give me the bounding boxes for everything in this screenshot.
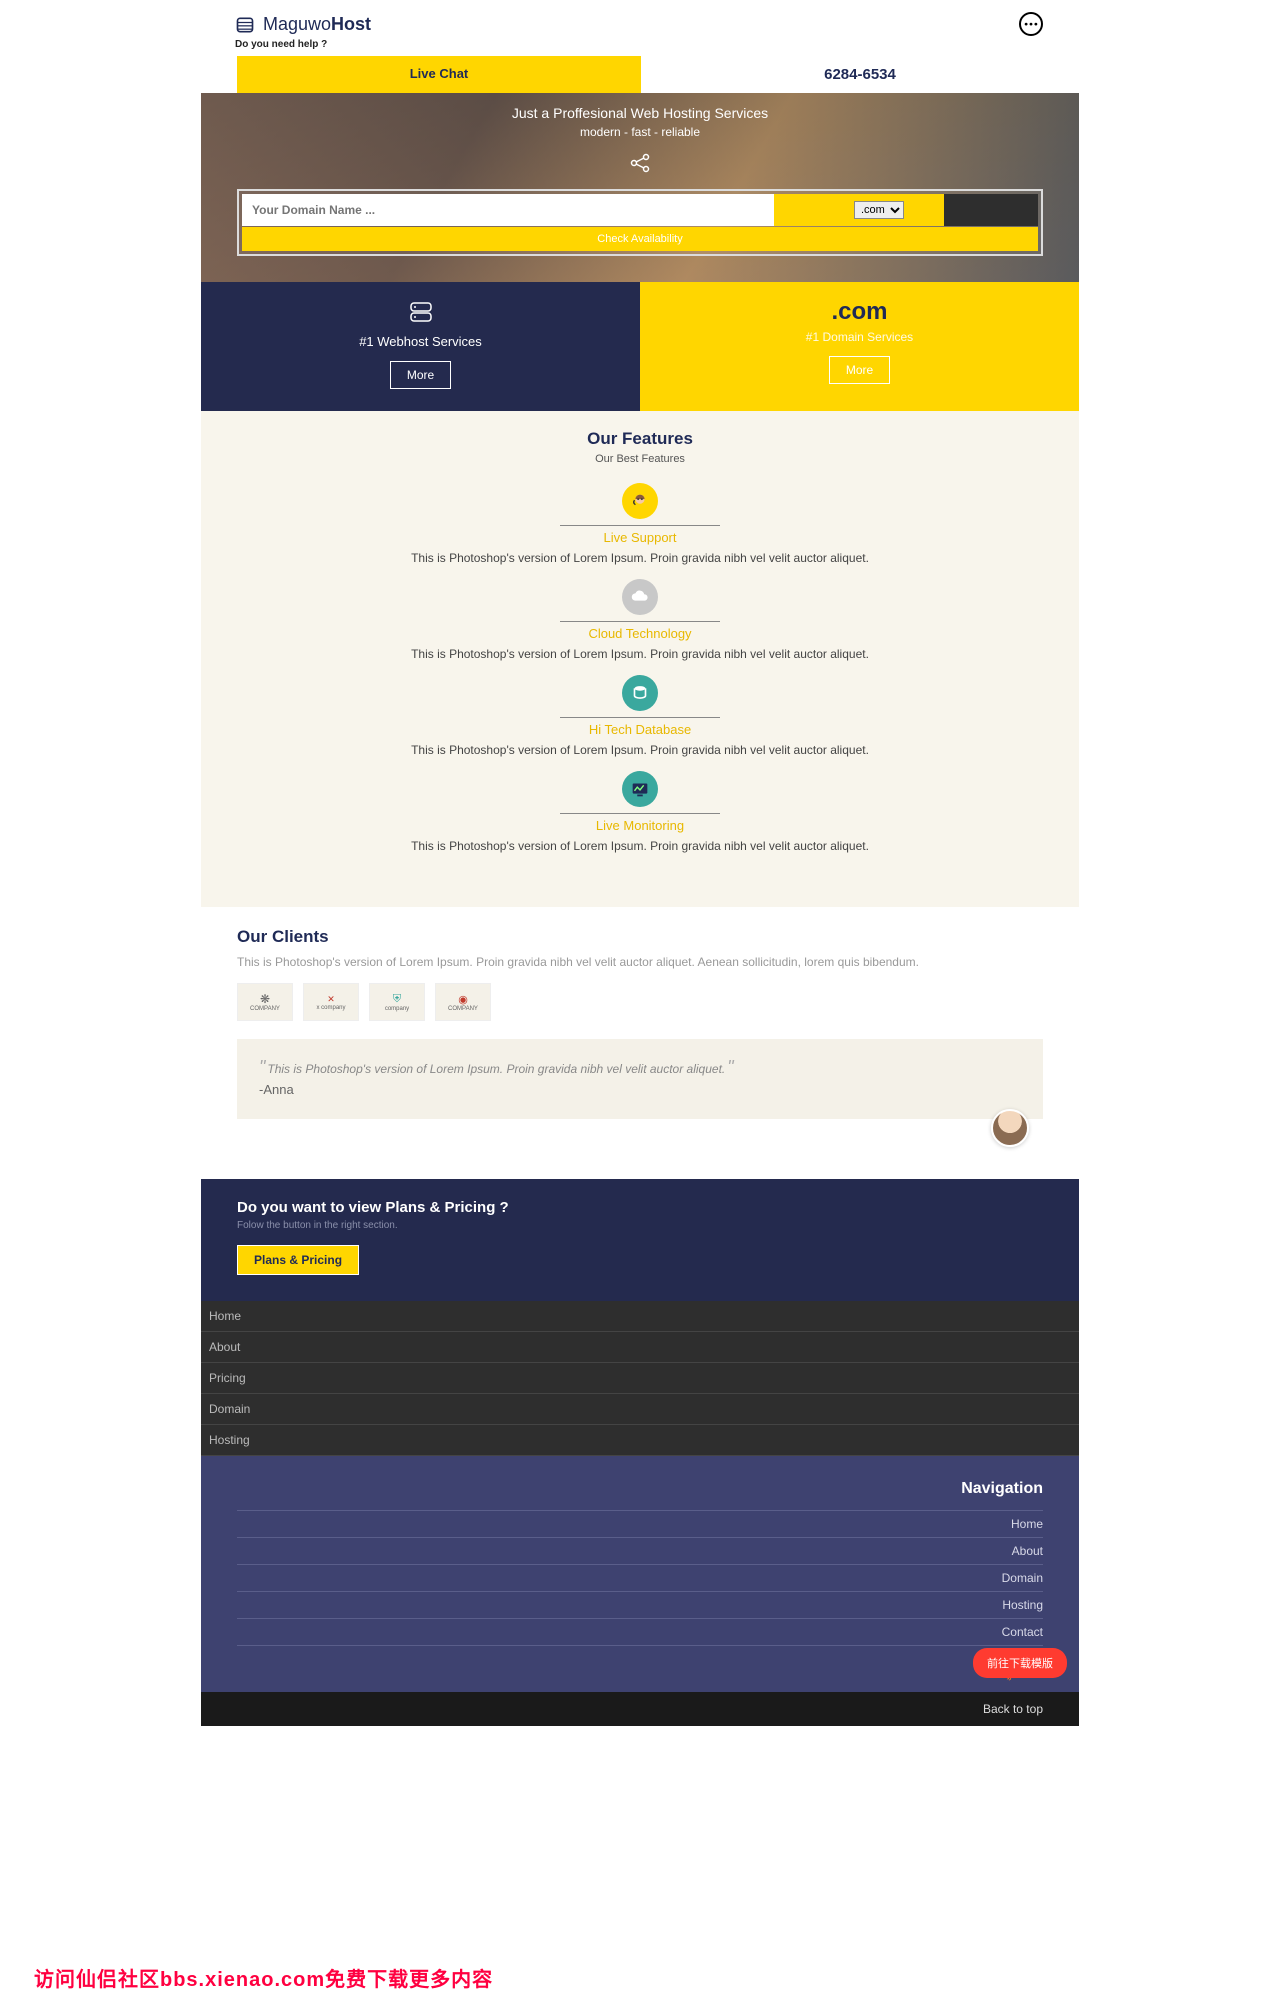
promo-row: #1 Webhost Services More .com #1 Domain … bbox=[201, 282, 1079, 411]
footer-link-home[interactable]: Home bbox=[237, 1510, 1043, 1537]
cta-title: Do you want to view Plans & Pricing ? bbox=[237, 1199, 1043, 1216]
support-icon bbox=[622, 483, 658, 519]
download-template-button[interactable]: 前往下载模版 bbox=[973, 1648, 1067, 1678]
clients-title: Our Clients bbox=[237, 927, 1043, 947]
hero: Just a Proffesional Web Hosting Services… bbox=[201, 93, 1079, 282]
client-logo: ✕x company bbox=[303, 983, 359, 1021]
feature-title: Hi Tech Database bbox=[231, 722, 1049, 737]
footnav-about[interactable]: About bbox=[201, 1332, 1079, 1363]
cta-section: Do you want to view Plans & Pricing ? Fo… bbox=[201, 1179, 1079, 1301]
feature-item: Live Support This is Photoshop's version… bbox=[231, 483, 1049, 565]
client-logo: ❋COMPANY bbox=[237, 983, 293, 1021]
footnav-hosting[interactable]: Hosting bbox=[201, 1425, 1079, 1456]
feature-title: Cloud Technology bbox=[231, 626, 1049, 641]
promo-domain-label: #1 Domain Services bbox=[650, 330, 1069, 344]
hero-subtitle: modern - fast - reliable bbox=[237, 125, 1043, 139]
promo-domain: .com #1 Domain Services More bbox=[640, 282, 1079, 411]
footer: Navigation Home About Domain Hosting Con… bbox=[201, 1456, 1079, 1692]
watermark: 访问仙侣社区bbs.xienao.com免费下载更多内容 bbox=[34, 1963, 493, 1992]
client-logo: ◉COMPANY bbox=[435, 983, 491, 1021]
domain-input[interactable] bbox=[242, 194, 774, 226]
avatar bbox=[991, 1109, 1029, 1147]
feature-item: Live Monitoring This is Photoshop's vers… bbox=[231, 771, 1049, 853]
promo-webhost-more-button[interactable]: More bbox=[390, 361, 451, 389]
feature-title: Live Support bbox=[231, 530, 1049, 545]
promo-domain-more-button[interactable]: More bbox=[829, 356, 890, 384]
footnav-pricing[interactable]: Pricing bbox=[201, 1363, 1079, 1394]
footnav-domain[interactable]: Domain bbox=[201, 1394, 1079, 1425]
cta-sub: Folow the button in the right section. bbox=[237, 1220, 1043, 1231]
live-chat-button[interactable]: Live Chat bbox=[237, 56, 641, 93]
testimonial-author: -Anna bbox=[259, 1082, 1021, 1097]
clients-section: Our Clients This is Photoshop's version … bbox=[201, 907, 1079, 1179]
features-section: Our Features Our Best Features Live Supp… bbox=[201, 411, 1079, 907]
logo-icon bbox=[235, 15, 255, 35]
footer-link-contact[interactable]: Contact bbox=[237, 1618, 1043, 1646]
feature-desc: This is Photoshop's version of Lorem Ips… bbox=[231, 551, 1049, 565]
footer-nav-title: Navigation bbox=[237, 1480, 1043, 1498]
client-logos: ❋COMPANY ✕x company ⛨company ◉COMPANY bbox=[237, 983, 1043, 1021]
hero-title: Just a Proffesional Web Hosting Services bbox=[237, 105, 1043, 121]
testimonial-quote: This is Photoshop's version of Lorem Ips… bbox=[259, 1057, 1021, 1078]
phone-number: 6284-6534 bbox=[641, 56, 1079, 93]
help-text: Do you need help ? bbox=[201, 39, 1079, 56]
monitor-icon bbox=[622, 771, 658, 807]
feature-desc: This is Photoshop's version of Lorem Ips… bbox=[231, 647, 1049, 661]
share-icon bbox=[628, 151, 652, 175]
cloud-icon bbox=[622, 579, 658, 615]
client-logo: ⛨company bbox=[369, 983, 425, 1021]
plans-pricing-button[interactable]: Plans & Pricing bbox=[237, 1245, 359, 1275]
menu-icon[interactable] bbox=[1019, 12, 1043, 36]
database-icon bbox=[622, 675, 658, 711]
features-title: Our Features bbox=[231, 429, 1049, 449]
back-to-top[interactable]: Back to top bbox=[201, 1692, 1079, 1726]
search-gap bbox=[944, 194, 1038, 226]
promo-domain-big: .com bbox=[650, 298, 1069, 326]
clients-sub: This is Photoshop's version of Lorem Ips… bbox=[237, 955, 1043, 969]
server-icon bbox=[211, 298, 630, 326]
feature-desc: This is Photoshop's version of Lorem Ips… bbox=[231, 839, 1049, 853]
feature-title: Live Monitoring bbox=[231, 818, 1049, 833]
brand-suffix: Host bbox=[331, 14, 371, 34]
tld-wrap: .com bbox=[774, 194, 944, 226]
footer-links: Home About Domain Hosting Contact bbox=[237, 1510, 1043, 1646]
footer-link-about[interactable]: About bbox=[237, 1537, 1043, 1564]
testimonial: This is Photoshop's version of Lorem Ips… bbox=[237, 1039, 1043, 1119]
feature-desc: This is Photoshop's version of Lorem Ips… bbox=[231, 743, 1049, 757]
promo-webhost-label: #1 Webhost Services bbox=[211, 334, 630, 349]
promo-webhost: #1 Webhost Services More bbox=[201, 282, 640, 411]
check-availability-button[interactable]: Check Availability bbox=[242, 227, 1038, 251]
domain-search-box: .com Check Availability bbox=[237, 189, 1043, 256]
footnav-home[interactable]: Home bbox=[201, 1301, 1079, 1332]
footer-link-domain[interactable]: Domain bbox=[237, 1564, 1043, 1591]
tld-select[interactable]: .com bbox=[854, 201, 904, 219]
footer-nav: Home About Pricing Domain Hosting bbox=[201, 1301, 1079, 1456]
footer-link-hosting[interactable]: Hosting bbox=[237, 1591, 1043, 1618]
brand-prefix: Maguwo bbox=[263, 14, 331, 34]
brand[interactable]: MaguwoHost bbox=[263, 14, 371, 35]
feature-item: Cloud Technology This is Photoshop's ver… bbox=[231, 579, 1049, 661]
features-sub: Our Best Features bbox=[231, 453, 1049, 465]
feature-item: Hi Tech Database This is Photoshop's ver… bbox=[231, 675, 1049, 757]
social-icons: 🐦 ◘ bbox=[237, 1664, 1043, 1682]
